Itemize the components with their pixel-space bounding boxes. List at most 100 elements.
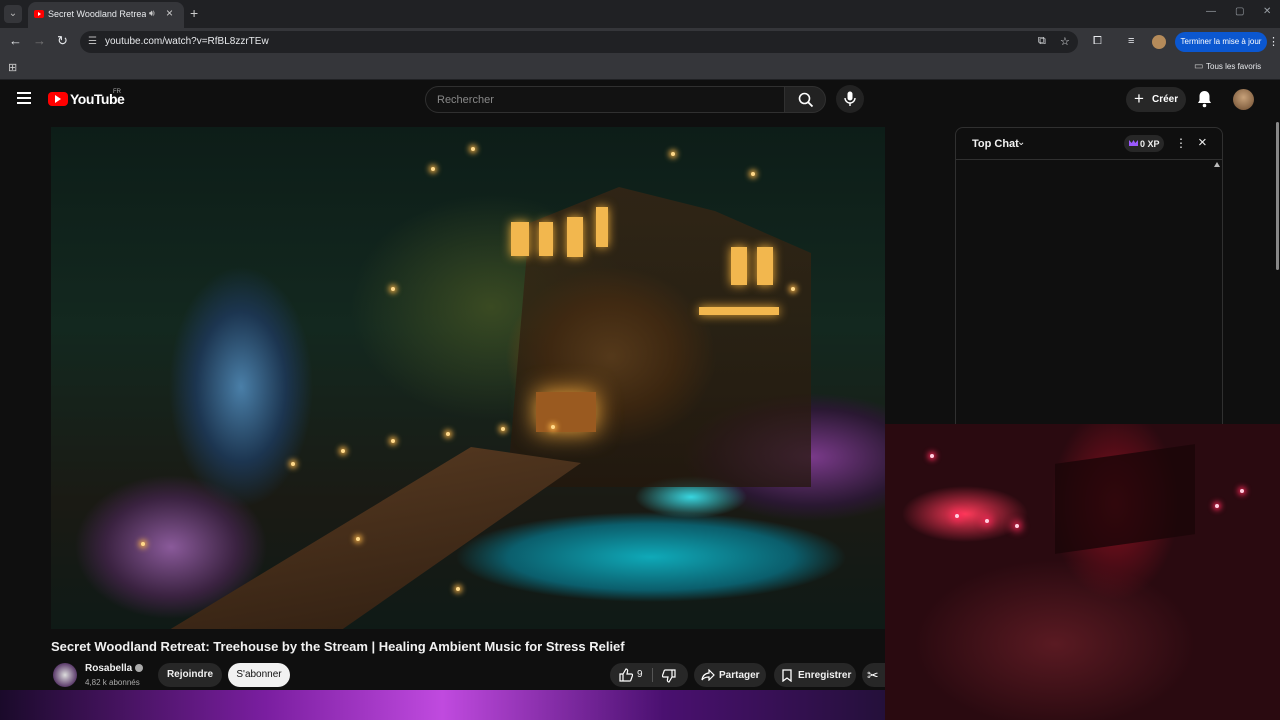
- save-button[interactable]: Enregistrer: [774, 663, 856, 687]
- video-frame-light: [446, 432, 450, 436]
- thumbs-down-icon[interactable]: [662, 669, 676, 683]
- video-frame-light: [456, 587, 460, 591]
- video-player[interactable]: [51, 127, 885, 629]
- verified-badge-icon: [135, 664, 143, 672]
- subscriber-count: 4,82 k abonnés: [85, 678, 140, 687]
- crown-icon: [1129, 140, 1138, 146]
- new-tab-plus-icon[interactable]: +: [190, 6, 198, 20]
- bookmark-star-icon[interactable]: ☆: [1060, 35, 1070, 48]
- address-bar[interactable]: ☰ youtube.com/watch?v=RfBL8zzrTEw ⧉ ☆: [80, 31, 1078, 53]
- forward-arrow-icon[interactable]: →: [33, 34, 46, 48]
- search-input[interactable]: Rechercher: [425, 86, 785, 113]
- minimize-icon[interactable]: —: [1206, 6, 1216, 17]
- video-frame-light: [431, 167, 435, 171]
- youtube-logo-icon[interactable]: [48, 92, 68, 106]
- url-text[interactable]: youtube.com/watch?v=RfBL8zzrTEw: [105, 36, 269, 47]
- youtube-favicon-icon: [34, 10, 44, 18]
- bookmarks-bar: ⊞ ▭ Tous les favoris: [0, 56, 1280, 80]
- youtube-masthead: YouTube FR Rechercher + Créer: [0, 80, 1280, 120]
- webcam-light: [1240, 489, 1244, 493]
- video-frame-light: [356, 537, 360, 541]
- video-frame-light: [751, 172, 755, 176]
- region-code: FR: [113, 89, 121, 95]
- scissors-icon: ✂: [867, 667, 879, 683]
- user-avatar[interactable]: [1233, 89, 1254, 110]
- search-icon: [798, 92, 814, 108]
- video-frame-window: [567, 217, 583, 257]
- like-count[interactable]: 9: [637, 669, 643, 680]
- chat-header: Top Chat ⌄ 0 XP ⋮ ×: [956, 128, 1222, 160]
- video-frame-window: [757, 247, 773, 285]
- microphone-icon: [844, 91, 856, 106]
- restore-icon[interactable]: ▢: [1235, 6, 1244, 17]
- extensions-puzzle-icon[interactable]: ⧠: [1093, 34, 1102, 48]
- browser-menu-icon[interactable]: ⋮: [1268, 35, 1279, 48]
- xp-value: 0 XP: [1140, 139, 1160, 149]
- all-bookmarks-link[interactable]: Tous les favoris: [1206, 62, 1261, 71]
- search-placeholder: Rechercher: [437, 94, 494, 106]
- webcam-light: [1215, 504, 1219, 508]
- webcam-laptop-silhouette: [1055, 444, 1195, 554]
- join-button[interactable]: Rejoindre: [158, 663, 222, 687]
- video-frame-window: [596, 207, 608, 247]
- chat-scroll-up-icon[interactable]: [1214, 162, 1220, 167]
- subscribe-button[interactable]: S'abonner: [228, 663, 290, 687]
- create-button[interactable]: + Créer: [1126, 87, 1186, 112]
- hamburger-menu-icon[interactable]: [17, 92, 31, 104]
- xp-badge[interactable]: 0 XP: [1124, 135, 1164, 152]
- video-frame-light: [391, 287, 395, 291]
- video-frame-window: [699, 307, 779, 315]
- chevron-down-icon[interactable]: ⌄: [1017, 137, 1025, 148]
- thumbs-up-icon[interactable]: [619, 668, 633, 682]
- tab-list-chevron-icon[interactable]: ⌄: [4, 5, 22, 23]
- video-frame-window: [511, 222, 529, 256]
- like-dislike-group: 9: [610, 663, 688, 687]
- video-frame-light: [501, 427, 505, 431]
- video-frame-boardwalk: [141, 447, 581, 629]
- webcam-light: [955, 514, 959, 518]
- video-frame-light: [291, 462, 295, 466]
- update-button[interactable]: Terminer la mise à jour: [1175, 32, 1267, 52]
- plus-icon: +: [1134, 89, 1144, 108]
- chat-mode-label[interactable]: Top Chat: [972, 138, 1019, 150]
- speaker-icon[interactable]: 🔊︎: [149, 8, 155, 19]
- back-arrow-icon[interactable]: ←: [9, 34, 22, 48]
- voice-search-button[interactable]: [836, 85, 864, 113]
- create-label: Créer: [1152, 94, 1179, 105]
- webcam-light: [985, 519, 989, 523]
- search-button[interactable]: [784, 86, 826, 113]
- video-frame-light: [551, 425, 555, 429]
- channel-avatar[interactable]: [53, 663, 77, 687]
- thumbnail-strip: [0, 690, 885, 720]
- reload-icon[interactable]: ↻: [57, 34, 68, 48]
- video-frame-doorway: [536, 392, 596, 432]
- video-frame-light: [141, 542, 145, 546]
- install-app-icon[interactable]: ⧉: [1038, 35, 1046, 48]
- chat-close-icon[interactable]: ×: [1198, 134, 1207, 151]
- video-frame-window: [731, 247, 747, 285]
- share-label: Partager: [719, 670, 760, 681]
- apps-grid-icon[interactable]: ⊞: [8, 61, 17, 74]
- webcam-light: [930, 454, 934, 458]
- bookmark-save-icon: [782, 669, 792, 682]
- page-scrollbar[interactable]: [1276, 122, 1279, 270]
- clip-button[interactable]: ✂: [862, 663, 886, 687]
- channel-name[interactable]: Rosabella: [85, 663, 132, 674]
- video-frame-light: [671, 152, 675, 156]
- like-divider: [652, 668, 653, 682]
- site-info-icon[interactable]: ☰: [88, 36, 97, 47]
- video-frame-window: [539, 222, 553, 256]
- window-close-icon[interactable]: ✕: [1263, 6, 1271, 17]
- notifications-bell-icon[interactable]: [1197, 90, 1212, 108]
- video-frame-light: [341, 449, 345, 453]
- video-frame-light: [391, 439, 395, 443]
- browser-tab[interactable]: Secret Woodland Retreat: T 🔊︎ ×: [28, 2, 184, 28]
- chat-more-options-icon[interactable]: ⋮: [1175, 136, 1187, 150]
- video-frame-light: [791, 287, 795, 291]
- profile-avatar[interactable]: [1152, 35, 1166, 49]
- save-label: Enregistrer: [798, 670, 852, 681]
- share-button[interactable]: Partager: [694, 663, 766, 687]
- reading-list-icon[interactable]: ≡: [1128, 34, 1134, 48]
- video-title: Secret Woodland Retreat: Treehouse by th…: [51, 639, 625, 654]
- tab-close-icon[interactable]: ×: [166, 7, 173, 19]
